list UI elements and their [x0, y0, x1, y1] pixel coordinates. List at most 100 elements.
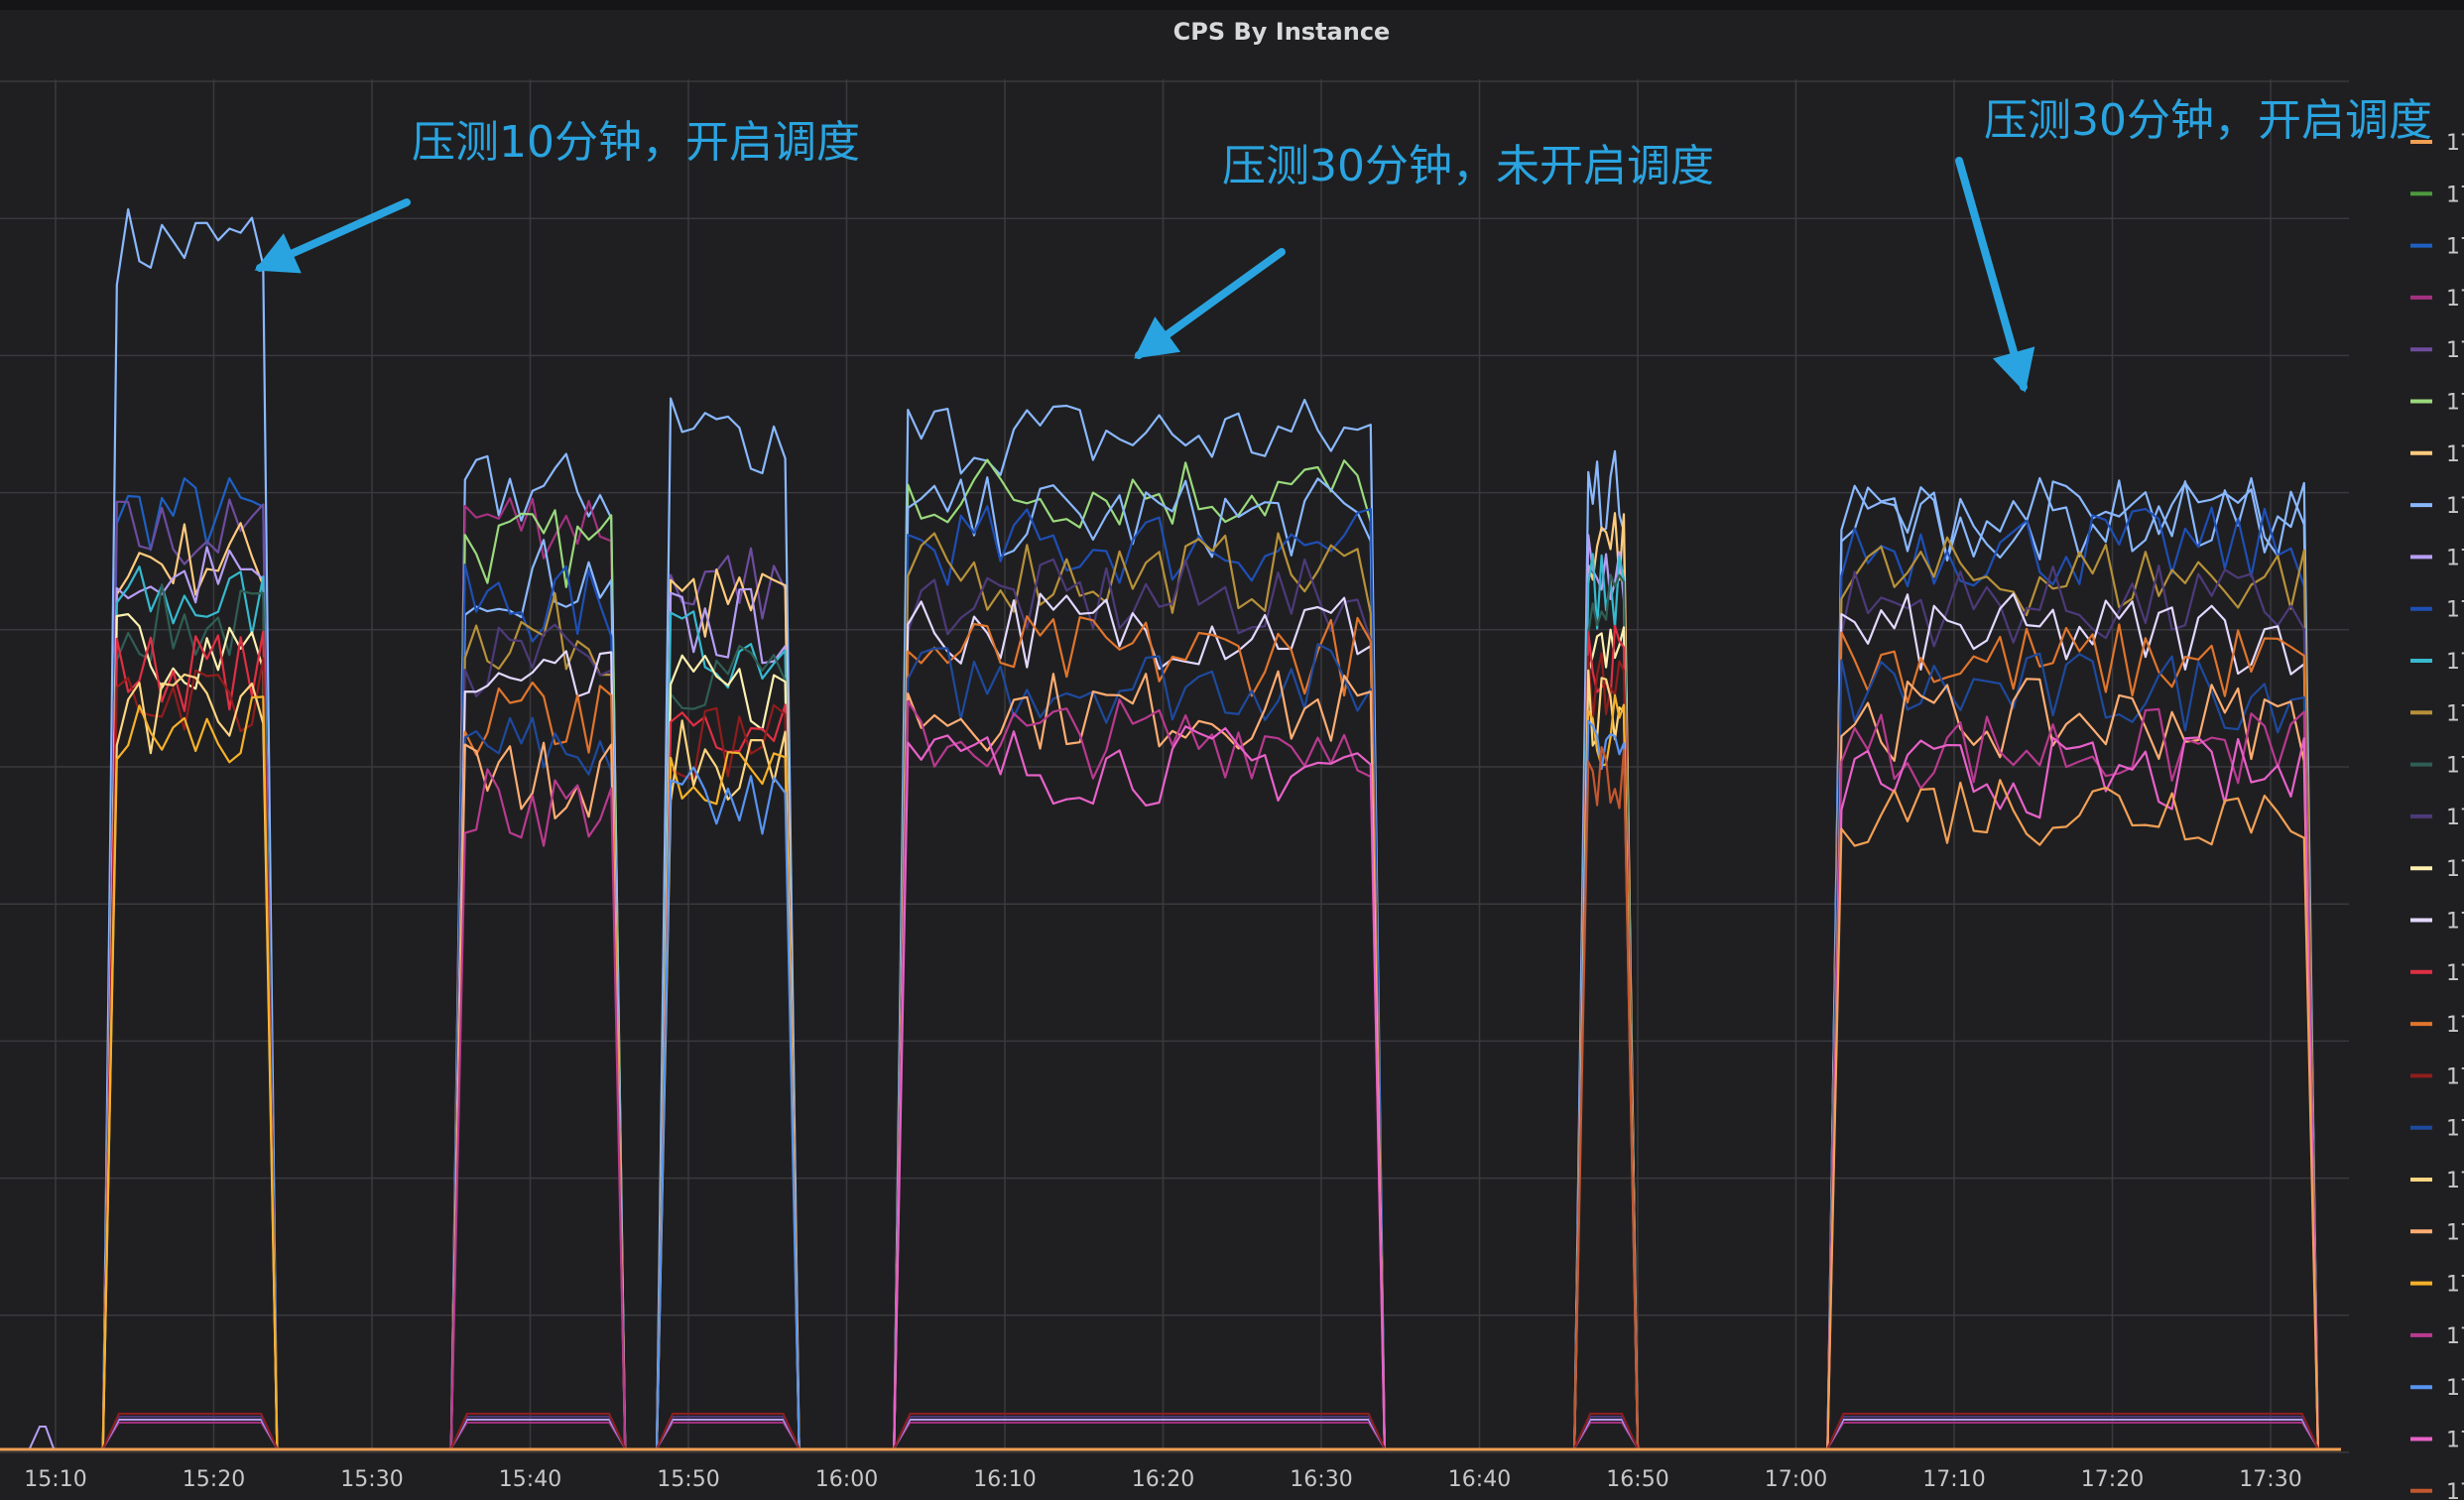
annotation-arrowhead — [1134, 316, 1181, 359]
series-line — [656, 547, 801, 1449]
x-tick-label: 16:50 — [1606, 1467, 1668, 1492]
series-line — [449, 623, 627, 1449]
legend-label[interactable]: 17 — [2446, 1220, 2464, 1245]
annotation-text: 压测30分钟，未开启调度 — [1222, 141, 1714, 191]
legend-label[interactable]: 17 — [2446, 857, 2464, 882]
series-line-low — [101, 1419, 279, 1449]
legend-label[interactable]: 17 — [2446, 806, 2464, 830]
legend-label[interactable]: 17 — [2446, 442, 2464, 467]
series-line — [893, 615, 1386, 1449]
annotation-arrowhead — [1992, 346, 2035, 393]
series-line — [1826, 678, 2319, 1449]
series-line-low — [1826, 1419, 2319, 1449]
legend-label[interactable]: 17 — [2446, 287, 2464, 312]
x-axis-ticks: 15:10 15:20 15:30 15:40 15:50 16:00 16:10 16:20… — [24, 1467, 2301, 1492]
series-line — [893, 670, 1386, 1449]
x-tick-label: 15:30 — [340, 1467, 403, 1492]
series-line — [101, 695, 279, 1449]
legend-label[interactable]: 17 — [2446, 1480, 2464, 1500]
legend-label[interactable]: 17 — [2446, 701, 2464, 726]
x-tick-label: 15:40 — [499, 1467, 561, 1492]
x-tick-label: 17:00 — [1765, 1467, 1827, 1492]
series-line — [449, 768, 627, 1449]
x-tick-label: 16:10 — [973, 1467, 1036, 1492]
series-line — [101, 522, 279, 1449]
series-line-low — [893, 1419, 1386, 1449]
legend-label[interactable]: 17 — [2446, 598, 2464, 623]
series-line — [101, 207, 279, 1449]
legend-label[interactable]: 17 — [2446, 1429, 2464, 1453]
x-tick-label: 16:20 — [1132, 1467, 1194, 1492]
series-line-low — [656, 1419, 801, 1449]
legend-label[interactable]: 17 — [2446, 1324, 2464, 1349]
legend-label[interactable]: 17 — [2446, 546, 2464, 570]
series-line — [1826, 480, 2319, 1449]
x-tick-label: 16:30 — [1290, 1467, 1352, 1492]
series-line — [656, 587, 801, 1449]
series-line — [656, 719, 801, 1449]
series-line-low — [893, 1422, 1386, 1449]
legend-label[interactable]: 17 — [2446, 1117, 2464, 1142]
series-line-low — [449, 1422, 627, 1449]
legend-label[interactable]: 17 — [2446, 494, 2464, 519]
series-line — [101, 673, 279, 1449]
legend-label[interactable]: 17 — [2446, 338, 2464, 363]
series-line — [101, 498, 279, 1449]
series-line — [893, 725, 1386, 1449]
series-line — [449, 539, 627, 1449]
series-line-low — [449, 1416, 627, 1449]
legend-label[interactable]: 17 — [2446, 131, 2464, 156]
legend-label[interactable]: 17 — [2446, 650, 2464, 675]
series-line-low — [101, 1416, 279, 1449]
series-line — [449, 741, 627, 1449]
series-line — [893, 398, 1386, 1449]
x-tick-label: 16:00 — [815, 1467, 878, 1492]
series-line-low — [656, 1422, 801, 1449]
series-line-low — [893, 1416, 1386, 1449]
legend-label[interactable]: 17 — [2446, 754, 2464, 779]
series-line — [656, 610, 801, 1449]
legend-label[interactable]: 17 — [2446, 1064, 2464, 1089]
series-line — [656, 703, 801, 1449]
cps-line-chart: 15:10 15:20 15:30 15:40 15:50 16:00 16:10 16:20… — [0, 79, 2464, 1500]
x-tick-label: 17:20 — [2081, 1467, 2144, 1492]
legend-label[interactable]: 17 — [2446, 1013, 2464, 1038]
x-tick-label: 15:50 — [657, 1467, 719, 1492]
legend-label[interactable]: 17 — [2446, 391, 2464, 416]
annotation-text: 压测30分钟，开启调度 — [1984, 95, 2432, 146]
series-line — [449, 592, 627, 1449]
x-tick-label: 15:20 — [183, 1467, 245, 1492]
series-line — [656, 766, 801, 1449]
x-tick-label: 17:30 — [2239, 1467, 2301, 1492]
series-line — [101, 630, 279, 1449]
series-line — [449, 497, 627, 1449]
x-tick-label: 16:40 — [1448, 1467, 1511, 1492]
series-line — [1826, 736, 2319, 1449]
series-line-low — [656, 1416, 801, 1449]
series-line — [656, 751, 801, 1449]
series-line-low — [1826, 1422, 2319, 1449]
series-line — [101, 657, 279, 1449]
series-line-low — [101, 1422, 279, 1449]
series-line — [893, 698, 1386, 1449]
annotation-text: 压测10分钟，开启调度 — [412, 117, 860, 168]
series-line-low — [449, 1419, 627, 1449]
legend-label[interactable]: 17 — [2446, 235, 2464, 260]
series-blip — [29, 1426, 55, 1449]
legend-label[interactable]: 17 — [2446, 1169, 2464, 1193]
series-line — [449, 681, 627, 1449]
series-line — [893, 505, 1386, 1449]
legend-label[interactable]: 17 — [2446, 1273, 2464, 1298]
legend: 17 17 17 17 17 17 17 17 17 17 17 17 17 17 17 17 17 17 17 17… — [2410, 131, 2464, 1500]
series-line — [1826, 779, 2319, 1449]
series-line — [656, 703, 801, 1449]
series-line — [1826, 476, 2319, 1449]
series-line — [101, 583, 279, 1449]
x-tick-label: 17:10 — [1922, 1467, 1985, 1492]
x-tick-label: 15:10 — [24, 1467, 86, 1492]
legend-label[interactable]: 17 — [2446, 1376, 2464, 1401]
series-line-low — [1826, 1416, 2319, 1449]
legend-label[interactable]: 17 — [2446, 961, 2464, 986]
legend-label[interactable]: 17 — [2446, 910, 2464, 935]
legend-label[interactable]: 17 — [2446, 183, 2464, 207]
